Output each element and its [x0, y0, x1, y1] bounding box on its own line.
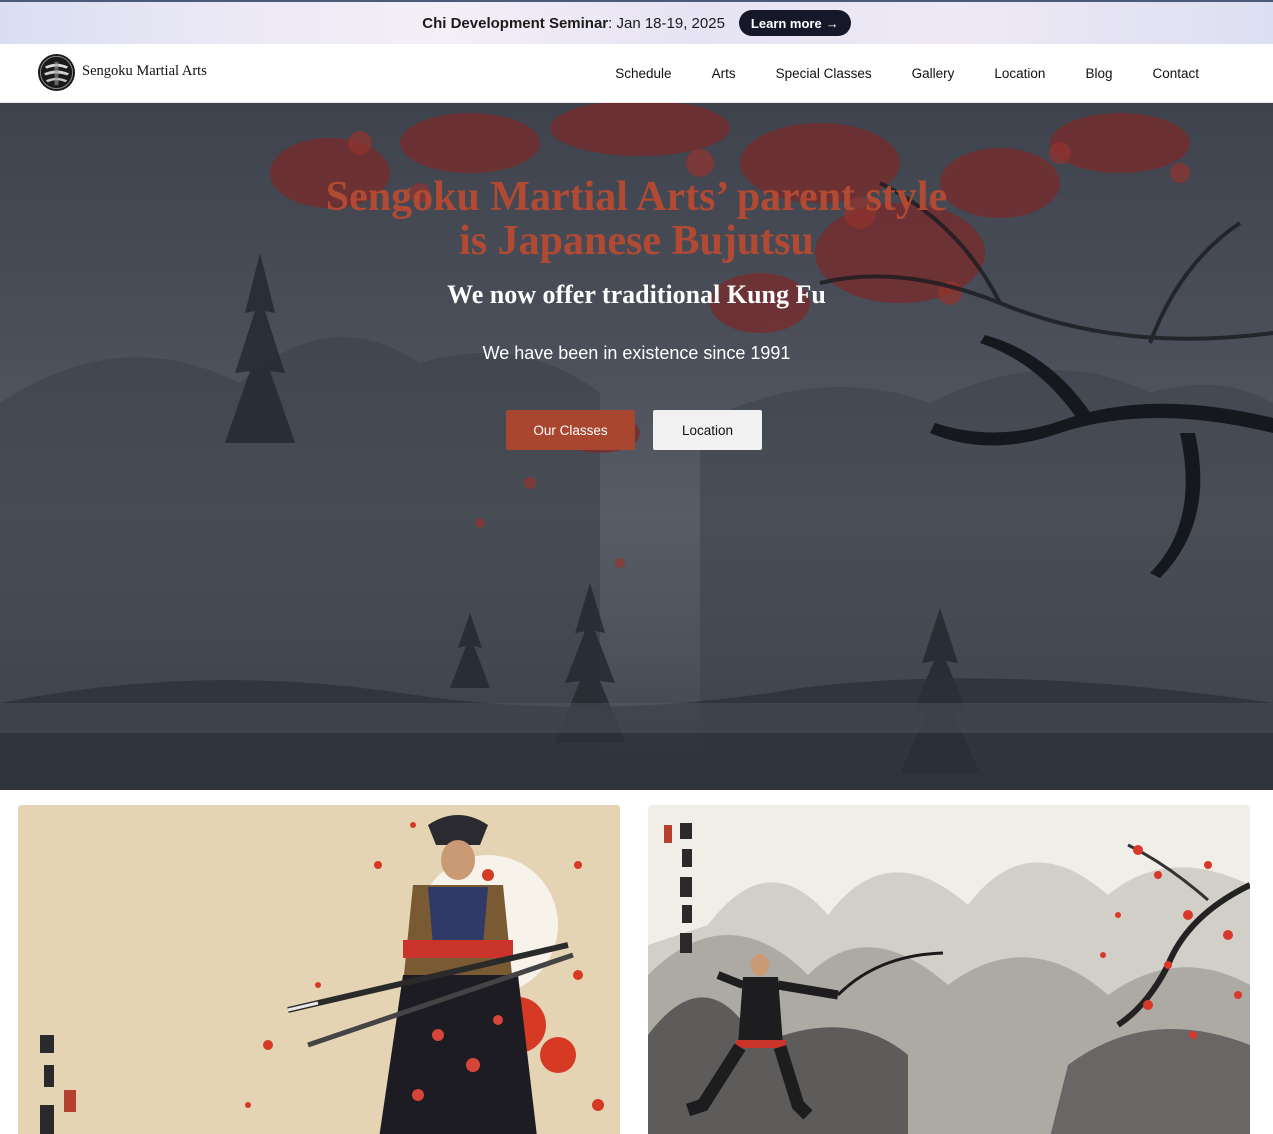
site-header: Sengoku Martial Arts Schedule Arts Speci…	[0, 44, 1273, 103]
samurai-image-card[interactable]	[18, 805, 620, 1134]
arrow-right-icon: →	[825, 15, 839, 31]
learn-more-button[interactable]: Learn more →	[738, 10, 851, 36]
hero-subtitle: We now offer traditional Kung Fu	[447, 280, 826, 309]
hero-note: We have been in existence since 1991	[482, 343, 791, 363]
our-classes-button[interactable]: Our Classes	[506, 410, 635, 450]
location-button[interactable]: Location	[653, 410, 762, 450]
kung-fu-painting-image	[648, 805, 1250, 1134]
nav-location[interactable]: Location	[994, 66, 1045, 81]
brand-name[interactable]: Sengoku Martial Arts	[82, 63, 207, 80]
announcement-bar: Chi Development Seminar: Jan 18-19, 2025…	[0, 0, 1273, 44]
hero-title-line-2: is Japanese Bujutsu	[459, 218, 814, 264]
hero-title: Sengoku Martial Arts’ parent style is Ja…	[0, 175, 1273, 263]
announcement-event-date: : Jan 18-19, 2025	[608, 14, 725, 32]
nav-special-classes[interactable]: Special Classes	[776, 66, 872, 81]
kung-fu-image-card[interactable]	[648, 805, 1250, 1134]
announcement-text: Chi Development Seminar: Jan 18-19, 2025	[422, 15, 725, 32]
learn-more-label: Learn more	[750, 15, 822, 31]
nav-arts[interactable]: Arts	[712, 66, 736, 81]
nav-blog[interactable]: Blog	[1085, 66, 1112, 81]
dojo-emblem-icon[interactable]	[37, 53, 76, 92]
nav-contact[interactable]: Contact	[1152, 66, 1199, 81]
nav-gallery[interactable]: Gallery	[912, 66, 955, 81]
samurai-painting-image	[18, 805, 620, 1134]
announcement-event-name: Chi Development Seminar	[422, 14, 609, 32]
hero-section: Sengoku Martial Arts’ parent style is Ja…	[0, 103, 1273, 790]
hero-title-line-1: Sengoku Martial Arts’ parent style	[325, 174, 948, 220]
main-nav: Schedule Arts Special Classes Gallery Lo…	[615, 44, 1199, 102]
nav-schedule[interactable]: Schedule	[615, 66, 671, 81]
